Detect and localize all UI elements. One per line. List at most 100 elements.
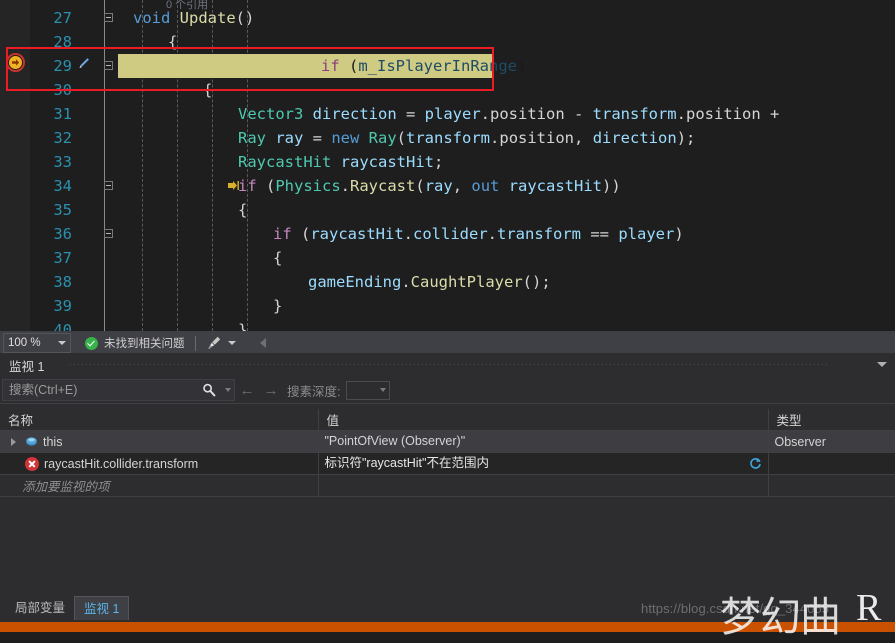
- cell-add-type[interactable]: [768, 474, 895, 497]
- code-text: if (Physics.Raycast(ray, out raycastHit)…: [238, 174, 621, 198]
- cell-add-placeholder[interactable]: 添加要监视的项: [0, 474, 319, 497]
- paintbrush-icon[interactable]: [206, 335, 222, 351]
- code-token: (: [266, 177, 276, 195]
- cell-value[interactable]: "PointOfView (Observer)": [318, 430, 769, 453]
- divider: [194, 335, 196, 351]
- code-token: =: [312, 129, 332, 147]
- execution-pointer-icon[interactable]: [6, 53, 25, 72]
- code-token: Vector3: [238, 105, 304, 123]
- table-row[interactable]: raycastHit.collider.transform 标识符"raycast…: [0, 452, 895, 475]
- code-line[interactable]: 36 if (raycastHit.collider.transform == p…: [0, 222, 895, 246]
- code-line[interactable]: 35 {: [0, 198, 895, 222]
- line-number: 29: [53, 57, 72, 75]
- code-line[interactable]: 33 RaycastHit raycastHit;: [0, 150, 895, 174]
- line-number: 35: [53, 201, 72, 219]
- breakpoint-hint-icon: [228, 179, 240, 191]
- code-token: RaycastHit: [238, 153, 332, 171]
- watch-table[interactable]: 名称 值 类型 this "PointOfView (Observer)" Obse…: [0, 409, 895, 497]
- code-token: ,: [574, 129, 593, 147]
- code-line[interactable]: 40}: [0, 318, 895, 331]
- code-line[interactable]: 38 gameEnding.CaughtPlayer();: [0, 270, 895, 294]
- line-number: 30: [53, 81, 72, 99]
- fold-toggle-icon[interactable]: [104, 13, 113, 22]
- search-box[interactable]: [2, 379, 235, 401]
- code-token: }: [238, 321, 248, 331]
- code-token: new: [331, 129, 369, 147]
- cell-type[interactable]: Observer: [768, 430, 895, 453]
- code-text: gameEnding.CaughtPlayer();: [308, 270, 551, 294]
- code-token: Raycast: [350, 177, 416, 195]
- code-line[interactable]: 31 Vector3 direction = player.position - …: [0, 102, 895, 126]
- search-input[interactable]: [3, 382, 197, 398]
- tool-window-tab[interactable]: 局部变量: [6, 596, 74, 620]
- chevron-right-icon[interactable]: [8, 436, 20, 448]
- code-token: );: [676, 129, 696, 147]
- object-icon: [25, 435, 38, 448]
- table-row[interactable]: this "PointOfView (Observer)" Observer: [0, 430, 895, 453]
- code-token: position: [499, 129, 575, 147]
- taskbar-accent-bar: [0, 622, 895, 632]
- code-line[interactable]: 32 Ray ray = new Ray(transform.position, …: [0, 126, 895, 150]
- code-token: (: [396, 129, 407, 147]
- add-watch-row[interactable]: 添加要监视的项: [0, 474, 895, 497]
- search-icon[interactable]: [197, 380, 221, 400]
- code-token: ,: [452, 177, 472, 195]
- code-text: void Update(): [133, 6, 254, 30]
- chevron-down-icon[interactable]: [227, 341, 236, 345]
- watch-expression-name: this: [43, 434, 63, 449]
- code-editor[interactable]: 0 个引用 27 void Update() 28{29 if (m_IsPlayer…: [0, 0, 895, 331]
- issue-status[interactable]: 未找到相关问题: [85, 335, 185, 351]
- code-token: .: [676, 105, 686, 123]
- chevron-down-icon: [380, 388, 387, 392]
- code-line[interactable]: 28 {: [0, 30, 895, 54]
- code-line[interactable]: 30 {: [0, 78, 895, 102]
- code-line[interactable]: 34 if (Physics.Raycast(ray, out raycastHi…: [0, 174, 895, 198]
- code-token: ray: [266, 129, 313, 147]
- line-number: 36: [53, 225, 72, 243]
- cell-name[interactable]: this: [0, 430, 319, 453]
- code-line[interactable]: 37 {: [0, 246, 895, 270]
- search-depth-combobox[interactable]: [346, 380, 391, 400]
- watch-panel: 监视 1 ← → 搜素深度:: [0, 353, 895, 596]
- column-header-type[interactable]: 类型: [768, 409, 895, 431]
- triangle-left-icon[interactable]: [259, 338, 266, 348]
- debug-tool-window-tabs[interactable]: 局部变量 监视 1: [0, 596, 895, 622]
- visual-studio-debug-window: 0 个引用 27 void Update() 28{29 if (m_IsPlayer…: [0, 0, 895, 641]
- line-number: 32: [53, 129, 72, 147]
- tool-window-tab[interactable]: 监视 1: [74, 596, 130, 620]
- arrow-left-icon[interactable]: ←: [235, 379, 259, 401]
- refresh-icon[interactable]: [749, 456, 762, 469]
- fold-toggle-icon[interactable]: [104, 61, 113, 70]
- cell-add-value[interactable]: [318, 474, 769, 497]
- code-text: Vector3 direction = player.position - tr…: [238, 102, 779, 126]
- fold-toggle-icon[interactable]: [104, 181, 113, 190]
- chevron-down-icon[interactable]: [877, 362, 887, 367]
- code-token: {: [203, 81, 213, 99]
- code-token: raycastHit: [310, 225, 404, 243]
- arrow-right-icon[interactable]: →: [259, 379, 283, 401]
- code-token: position: [490, 105, 565, 123]
- column-header-value[interactable]: 值: [318, 409, 769, 431]
- cell-value[interactable]: 标识符"raycastHit"不在范围内: [318, 452, 769, 475]
- code-line[interactable]: 29 if (m_IsPlayerInRange): [0, 54, 895, 78]
- code-token: (: [301, 225, 311, 243]
- column-header-name[interactable]: 名称: [0, 409, 319, 431]
- code-token: Ray: [368, 129, 397, 147]
- chevron-down-icon: [58, 341, 66, 345]
- fold-toggle-icon[interactable]: [104, 229, 113, 238]
- code-line[interactable]: 39}: [0, 294, 895, 318]
- code-text: {: [168, 30, 177, 54]
- search-options-chevron-down-icon[interactable]: [221, 380, 234, 400]
- add-watch-placeholder-label: 添加要监视的项: [22, 480, 110, 494]
- code-text: }: [238, 318, 247, 331]
- code-token: position: [686, 105, 761, 123]
- cell-type[interactable]: [768, 452, 895, 475]
- code-token: }: [273, 297, 283, 315]
- code-token: +: [760, 105, 780, 123]
- cell-name[interactable]: raycastHit.collider.transform: [0, 452, 319, 475]
- zoom-level-combobox[interactable]: 100 %: [3, 333, 71, 353]
- code-token: ();: [522, 273, 551, 291]
- code-token: Ray: [238, 129, 266, 147]
- code-line[interactable]: 27 void Update(): [0, 6, 895, 30]
- issue-status-label: 未找到相关问题: [104, 338, 185, 350]
